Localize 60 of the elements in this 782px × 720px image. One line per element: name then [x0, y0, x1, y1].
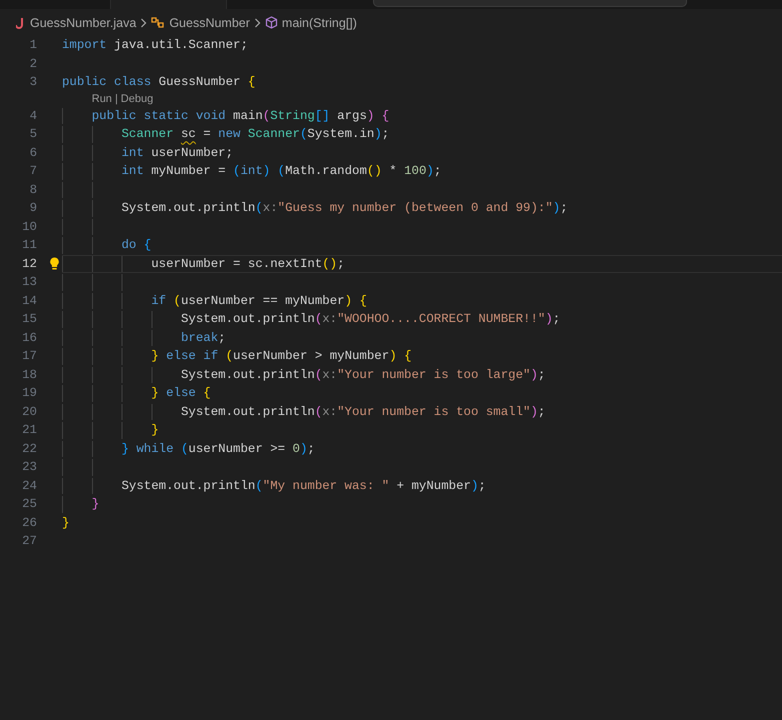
line-number: 8	[28, 182, 37, 197]
line-number: 17	[21, 349, 37, 364]
java-file-icon	[16, 16, 26, 28]
line-number: 24	[21, 478, 37, 493]
code-line: System.out.println(x:"Guess my number (between 0 and 99):");	[120, 201, 568, 216]
line-number: 5	[28, 127, 37, 142]
line-number: 23	[21, 460, 37, 474]
line-number: 6	[28, 146, 37, 160]
code-line: public class GuessNumber {	[62, 75, 256, 90]
code-line: int userNumber;	[120, 146, 234, 160]
line-number: 9	[28, 201, 37, 216]
line-number: 4	[28, 108, 37, 123]
breadcrumb-item[interactable]: GuessNumber	[169, 16, 250, 30]
chevron-right-icon	[140, 18, 148, 28]
line-number: 14	[21, 294, 37, 308]
line-number: 12	[21, 256, 37, 271]
line-number: 18	[21, 368, 37, 382]
code-line: } else if (userNumber > myNumber) {	[150, 349, 412, 364]
code-line: }	[90, 497, 100, 512]
class-icon	[151, 16, 166, 29]
lightbulb-icon[interactable]	[49, 257, 60, 270]
code-line: } while (userNumber >= 0);	[120, 442, 315, 456]
line-number: 10	[21, 220, 37, 234]
line-number: 11	[21, 238, 37, 252]
chevron-right-icon	[254, 18, 261, 28]
code-line: int myNumber = (int) (Math.random() * 100);	[120, 164, 442, 178]
codelens-link[interactable]: Run	[92, 93, 112, 105]
code-line: System.out.println(x:"Your number is too small");	[180, 404, 546, 419]
line-number: 21	[21, 423, 37, 438]
line-number: 20	[21, 404, 37, 419]
code-line: public static void main(String[] args) {	[90, 108, 390, 123]
line-number: 16	[21, 330, 37, 345]
code-line: System.out.println(x:"Your number is too large");	[180, 368, 546, 382]
line-number: 22	[21, 442, 37, 456]
code-line: } else {	[150, 386, 211, 400]
code-line: System.out.println(x:"WOOHOO....CORRECT NUMBER!!");	[180, 312, 560, 326]
line-number: 13	[21, 275, 37, 290]
code-line: do {	[120, 238, 152, 252]
line-number: 7	[28, 164, 37, 178]
line-number: 27	[21, 534, 37, 548]
code-line: break;	[180, 330, 226, 345]
line-number: 25	[21, 497, 37, 512]
code-line: }	[150, 423, 159, 438]
line-number: 26	[21, 516, 37, 530]
line-number: 1	[28, 38, 37, 52]
codelens-separator: |	[114, 93, 118, 105]
code-line: userNumber = sc.nextInt();	[150, 256, 345, 271]
line-number: 15	[21, 312, 37, 326]
code-line: if (userNumber == myNumber) {	[150, 294, 367, 308]
cube-icon	[264, 16, 278, 29]
breadcrumb-item[interactable]: main(String[])	[282, 16, 357, 30]
line-number: 2	[28, 56, 37, 71]
code-line: System.out.println("My number was: " + myNumber);	[120, 478, 486, 493]
code-line: Scanner sc = new Scanner(System.in);	[120, 127, 390, 142]
breadcrumb-item[interactable]: GuessNumber.java	[30, 16, 136, 30]
codelens-link[interactable]: Debug	[120, 93, 154, 105]
line-number: 19	[21, 386, 37, 400]
code-line: import java.util.Scanner;	[62, 38, 248, 52]
line-number: 3	[28, 75, 37, 90]
code-line: }	[62, 516, 70, 530]
